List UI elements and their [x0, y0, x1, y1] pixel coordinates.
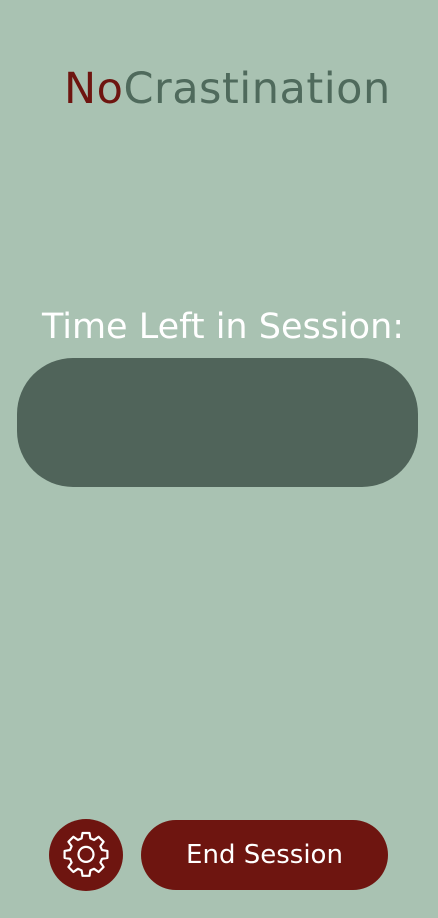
time-left-label: Time Left in Session: — [41, 307, 405, 347]
end-session-button[interactable]: End Session — [141, 820, 388, 890]
app-title: NoCrastination — [64, 64, 391, 114]
app-title-no: No — [64, 64, 124, 114]
app-title-crastination: Crastination — [123, 64, 391, 114]
gear-icon — [63, 831, 109, 877]
settings-button[interactable] — [49, 819, 123, 891]
timer-display — [17, 358, 418, 487]
